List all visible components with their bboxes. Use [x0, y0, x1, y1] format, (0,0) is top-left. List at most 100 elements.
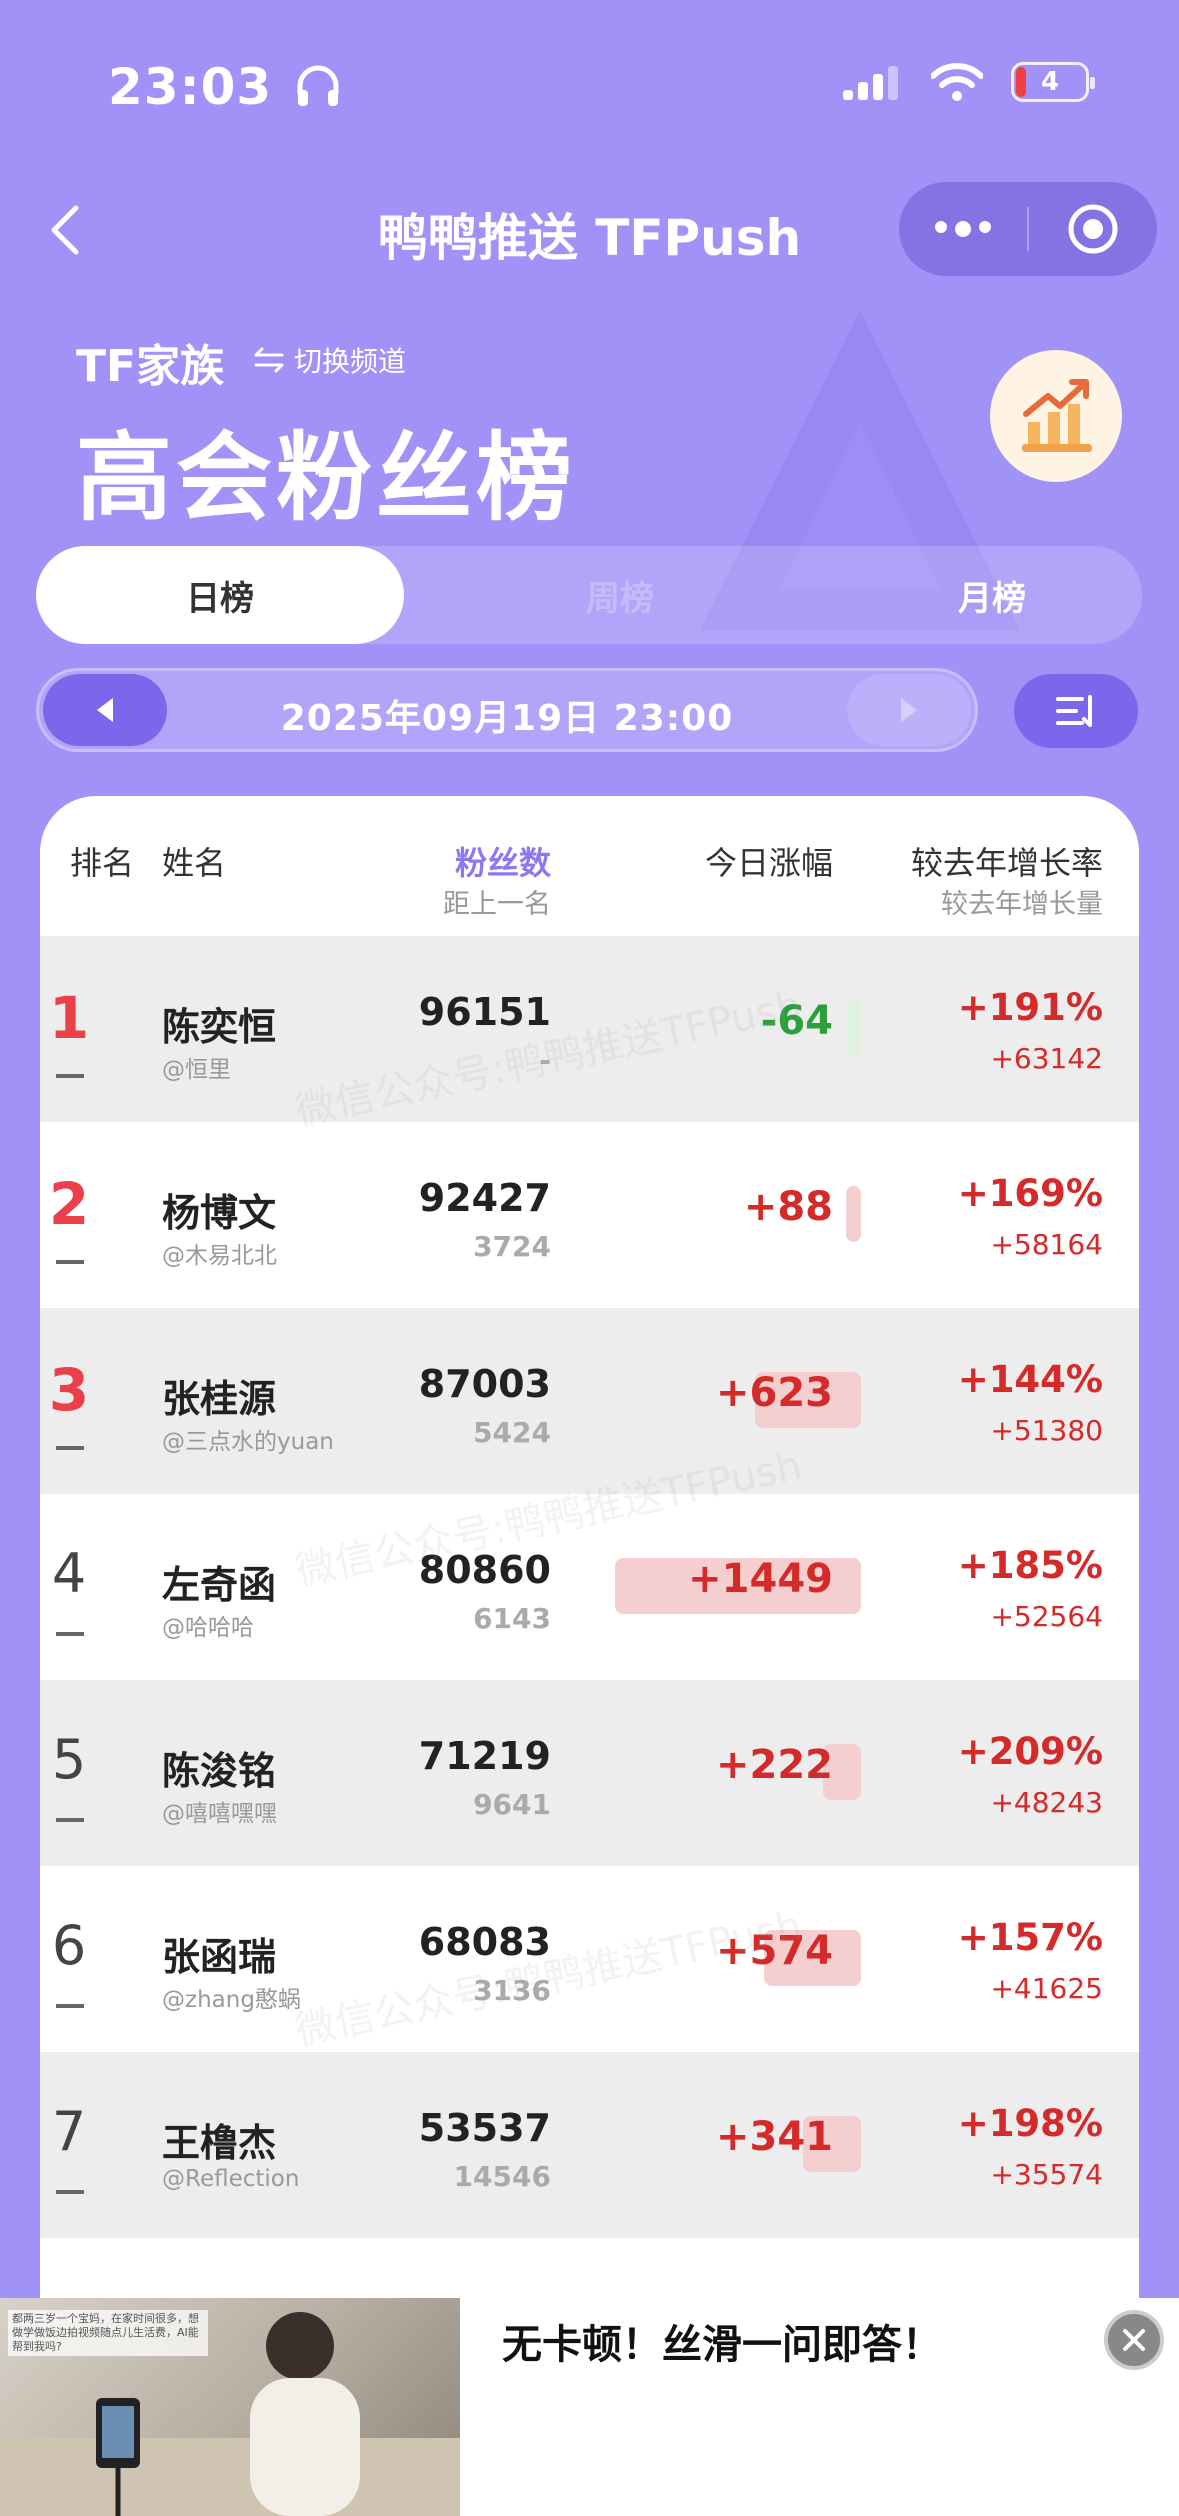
tab-daily[interactable]: 日榜 — [36, 546, 404, 644]
tab-monthly[interactable]: 月榜 — [808, 546, 1176, 644]
delta-bar — [846, 1186, 861, 1242]
rank-change-indicator — [56, 2190, 84, 2194]
table-row[interactable]: 7 王橹杰 @Reflection 53537 14546 +341 +198% +35574 — [40, 2052, 1139, 2238]
status-bar: 23:03 4 — [0, 0, 1179, 170]
member-name: 陈奕恒 — [162, 1005, 277, 1049]
close-program-icon[interactable] — [1029, 203, 1157, 255]
ad-close-button[interactable] — [1104, 2310, 1164, 2370]
daily-delta: +1449 — [688, 1556, 833, 1602]
gap-to-previous: - — [539, 1044, 551, 1077]
ad-banner[interactable]: 都两三岁一个宝妈，在家时间很多，想做学做饭边拍视频随点儿生活费，AI能帮到我吗?… — [0, 2298, 1179, 2516]
rank-change-indicator — [56, 1818, 84, 1822]
member-name: 王橹杰 — [162, 2121, 277, 2165]
fans-count: 96151 — [418, 990, 551, 1034]
ad-image[interactable]: 都两三岁一个宝妈，在家时间很多，想做学做饭边拍视频随点儿生活费，AI能帮到我吗? — [0, 2298, 460, 2516]
member-handle: @恒里 — [162, 1057, 231, 1083]
header-fans[interactable]: 粉丝数 — [455, 838, 551, 884]
daily-delta: -64 — [760, 998, 833, 1044]
header-rank: 排名 — [70, 844, 135, 882]
fans-count: 68083 — [418, 1920, 551, 1964]
rank-change-indicator — [56, 1074, 84, 1078]
trend-chart-icon — [1022, 379, 1092, 452]
sort-icon — [1056, 695, 1092, 727]
member-handle: @三点水的yuan — [162, 1429, 334, 1455]
tab-weekly[interactable]: 周榜 — [436, 546, 804, 644]
table-row[interactable]: 2 杨博文 @木易北北 92427 3724 +88 +169% +58164 — [40, 1122, 1139, 1308]
rank-number: 7 — [51, 2100, 87, 2163]
header-gap: 距上一名 — [443, 889, 551, 920]
yoy-amount: +58164 — [990, 1228, 1103, 1261]
daily-delta: +623 — [715, 1370, 833, 1416]
sort-button[interactable] — [1014, 674, 1138, 748]
member-name: 陈浚铭 — [162, 1749, 277, 1793]
rank-change-indicator — [56, 2004, 84, 2008]
cellular-signal-icon — [843, 66, 898, 100]
wifi-icon — [931, 63, 983, 101]
yoy-amount: +51380 — [990, 1414, 1103, 1447]
gap-to-previous: 14546 — [453, 2160, 551, 2193]
gap-to-previous: 3136 — [473, 1974, 551, 2007]
table-row[interactable]: 1 陈奕恒 @恒里 96151 - -64 +191% +63142 — [40, 936, 1139, 1122]
header-name: 姓名 — [162, 844, 227, 882]
table-row[interactable]: 4 左奇函 @哈哈哈 80860 6143 +1449 +185% +52564 — [40, 1494, 1139, 1680]
table-row[interactable]: 3 张桂源 @三点水的yuan 87003 5424 +623 +144% +51380 — [40, 1308, 1139, 1494]
fans-count: 53537 — [418, 2106, 551, 2150]
yoy-rate: +144% — [957, 1358, 1103, 1401]
yoy-amount: +41625 — [990, 1972, 1103, 2005]
member-name: 张桂源 — [162, 1377, 277, 1421]
delta-bar — [847, 1000, 861, 1056]
fans-count: 87003 — [418, 1362, 551, 1406]
yoy-rate: +169% — [957, 1172, 1103, 1215]
ad-headline[interactable]: 无卡顿！丝滑一问即答！ — [502, 2312, 942, 2370]
rank-number: 4 — [51, 1542, 87, 1605]
daily-delta: +574 — [715, 1928, 833, 1974]
fans-count: 71219 — [418, 1734, 551, 1778]
family-label: TF家族 — [76, 341, 225, 392]
more-icon[interactable] — [899, 221, 1027, 237]
nav-bar: 鸭鸭推送 TFPush — [0, 170, 1179, 290]
table-row[interactable]: 5 陈浚铭 @嘻嘻嘿嘿 71219 9641 +222 +209% +48243 — [40, 1680, 1139, 1866]
header-yoy-rate[interactable]: 较去年增长率 — [911, 838, 1103, 884]
rank-number: 2 — [48, 1170, 90, 1238]
next-date-button[interactable] — [847, 674, 971, 746]
fans-count: 80860 — [418, 1548, 551, 1592]
member-name: 左奇函 — [162, 1563, 277, 1607]
headphones-icon — [297, 65, 339, 106]
member-handle: @嘻嘻嘿嘿 — [162, 1801, 277, 1827]
yoy-rate: +209% — [957, 1730, 1103, 1773]
header-today[interactable]: 今日涨幅 — [705, 838, 833, 884]
table-row[interactable]: 6 张函瑞 @zhang憨蜗 68083 3136 +574 +157% +41625 — [40, 1866, 1139, 2052]
gap-to-previous: 5424 — [473, 1416, 551, 1449]
daily-delta: +88 — [743, 1184, 833, 1230]
header-yoy-amount: 较去年增长量 — [941, 889, 1103, 920]
page-title: 高会粉丝榜 — [76, 422, 576, 534]
date-text: 2025年09月19日 23:00 — [280, 698, 734, 739]
close-icon — [1123, 2329, 1145, 2351]
ad-caption: 都两三岁一个宝妈，在家时间很多，想做学做饭边拍视频随点儿生活费，AI能帮到我吗? — [8, 2310, 208, 2356]
ranking-tabs: 日榜 周榜 月榜 — [36, 546, 1142, 644]
yoy-rate: +157% — [957, 1916, 1103, 1959]
yoy-amount: +52564 — [990, 1600, 1103, 1633]
yoy-amount: +63142 — [990, 1042, 1103, 1075]
battery-icon: 4 — [1011, 62, 1095, 102]
daily-delta: +222 — [715, 1742, 833, 1788]
triangle-right-icon — [901, 698, 917, 722]
fans-count: 92427 — [418, 1176, 551, 1220]
rank-number: 6 — [51, 1914, 87, 1977]
switch-channel-label: 切换频道 — [294, 345, 407, 378]
trend-chart-button[interactable] — [990, 350, 1122, 482]
member-handle: @zhang憨蜗 — [162, 1987, 301, 2013]
date-selector: 2025年09月19日 23:00 — [36, 668, 978, 752]
rank-change-indicator — [56, 1260, 84, 1264]
ranking-table: 排名 姓名 粉丝数 距上一名 今日涨幅 较去年增长率 较去年增长量 1 陈奕恒 @恒… — [40, 796, 1139, 2516]
status-time: 23:03 — [108, 58, 341, 116]
switch-channel-button[interactable]: 切换频道 — [252, 340, 406, 380]
yoy-amount: +48243 — [990, 1786, 1103, 1819]
yoy-amount: +35574 — [990, 2158, 1103, 2191]
gap-to-previous: 6143 — [473, 1602, 551, 1635]
rank-number: 1 — [48, 984, 90, 1052]
mini-program-capsule — [899, 182, 1157, 276]
rank-change-indicator — [56, 1446, 84, 1450]
yoy-rate: +191% — [957, 986, 1103, 1029]
member-handle: @Reflection — [162, 2166, 300, 2192]
